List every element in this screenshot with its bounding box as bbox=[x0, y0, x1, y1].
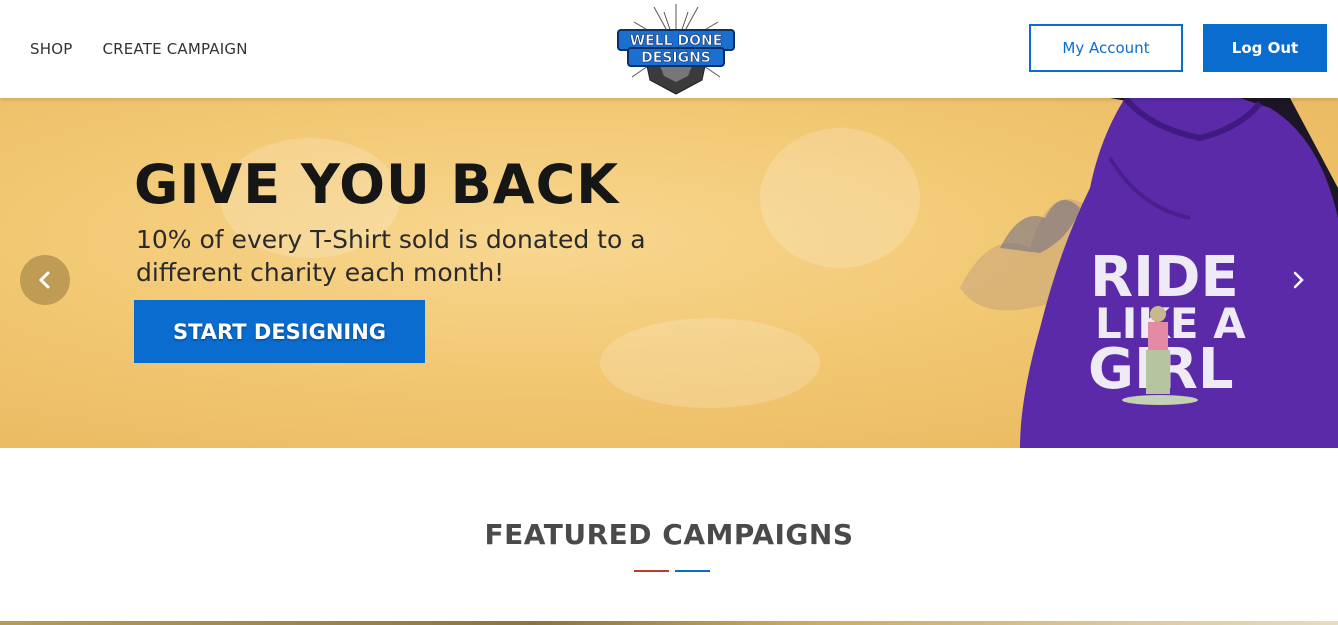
featured-campaigns-heading: FEATURED CAMPAIGNS bbox=[484, 518, 854, 551]
underline-right bbox=[675, 570, 710, 572]
slider-prev-button[interactable] bbox=[20, 255, 70, 305]
my-account-button[interactable]: My Account bbox=[1029, 24, 1183, 72]
start-designing-button[interactable]: START DESIGNING bbox=[134, 300, 425, 363]
texture-speck bbox=[760, 128, 920, 268]
chevron-right-icon bbox=[1293, 271, 1304, 289]
nav-create-campaign[interactable]: CREATE CAMPAIGN bbox=[102, 40, 247, 58]
slider-next-button[interactable] bbox=[1284, 265, 1312, 295]
hero-slider: GIVE YOU BACK 10% of every T-Shirt sold … bbox=[0, 98, 1338, 448]
campaign-cards-preview-strip bbox=[0, 621, 1338, 625]
site-header: SHOP CREATE CAMPAIGN WELL DONE DESIGNS M… bbox=[0, 0, 1338, 98]
log-out-button[interactable]: Log Out bbox=[1203, 24, 1327, 72]
texture-speck bbox=[600, 318, 820, 408]
hero-title: GIVE YOU BACK bbox=[134, 153, 620, 216]
heading-underline bbox=[634, 570, 710, 572]
hero-subtitle: 10% of every T-Shirt sold is donated to … bbox=[136, 225, 646, 287]
chevron-left-icon bbox=[38, 271, 50, 289]
logo-line2: DESIGNS bbox=[641, 50, 711, 66]
logo-line1: WELL DONE bbox=[630, 33, 723, 49]
underline-left bbox=[634, 570, 669, 572]
nav-shop[interactable]: SHOP bbox=[30, 40, 72, 58]
main-nav: SHOP CREATE CAMPAIGN bbox=[30, 40, 248, 58]
well-done-designs-logo[interactable]: WELL DONE DESIGNS bbox=[614, 2, 738, 96]
hoodie-model-image: RIDE LIKE A GIRL bbox=[960, 98, 1338, 448]
